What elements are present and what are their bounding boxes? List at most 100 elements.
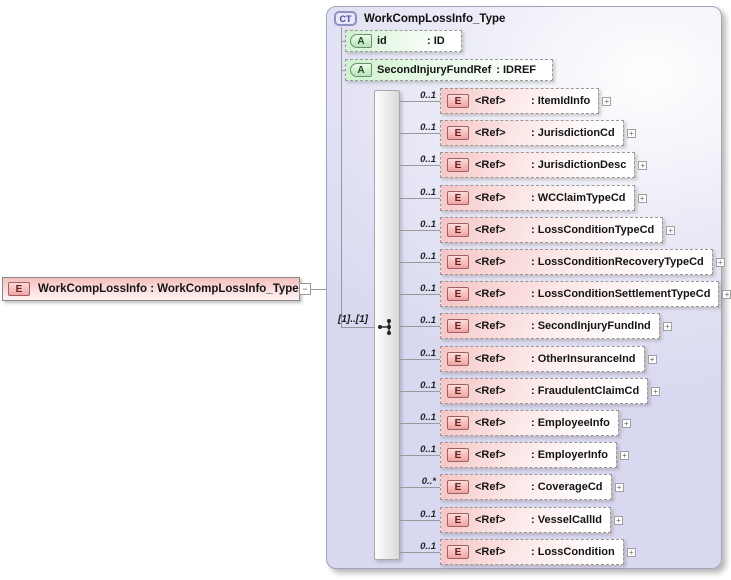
cardinality-label: 0..1 [420,251,436,262]
cardinality-label: 0..1 [420,348,436,359]
element-icon: E [447,94,469,108]
compositor-cardinality: [1]..[1] [338,314,368,325]
element-ref-box[interactable]: E <Ref> : LossConditionRecoveryTypeCd [440,249,713,275]
element-ref-tag: <Ref> [475,481,506,493]
expand-toggle[interactable]: + [620,450,630,460]
cardinality-label: 0..1 [420,412,436,423]
child-element-row: E <Ref> : EmployerInfo + [440,442,630,468]
expand-toggle[interactable]: + [662,321,672,331]
connector-line [311,289,326,290]
cardinality-label: 0..1 [420,380,436,391]
complex-type-title: WorkCompLossInfo_Type [364,12,506,25]
element-ref-box[interactable]: E <Ref> : WCClaimTypeCd [440,185,635,211]
element-name-label: : OtherInsuranceInd [531,353,636,365]
expand-toggle[interactable]: + [614,482,624,492]
cardinality-label: 0..1 [420,122,436,133]
element-name-label: : JurisdictionDesc [531,159,627,171]
expand-toggle[interactable]: + [626,547,636,557]
element-name-label: : LossConditionSettlementTypeCd [531,288,711,300]
attribute-name: id [377,35,387,47]
cardinality-label: 0..1 [420,90,436,101]
element-name-label: : WCClaimTypeCd [531,192,626,204]
element-icon: E [8,282,30,296]
element-ref-tag: <Ref> [475,224,506,236]
expand-toggle[interactable]: + [647,354,657,364]
child-element-row: E <Ref> : EmployeeInfo + [440,410,631,436]
attribute-box-secondinjuryfundref[interactable]: A SecondInjuryFundRef : IDREF [345,59,554,81]
child-element-row: E <Ref> : LossConditionTypeCd + [440,217,676,243]
expand-toggle[interactable]: + [722,289,731,299]
expand-toggle[interactable]: + [715,257,725,267]
element-icon: E [447,513,469,527]
element-ref-box[interactable]: E <Ref> : ItemIdInfo [440,88,600,114]
connector-line [400,262,440,263]
child-element-row: E <Ref> : OtherInsuranceInd + [440,346,657,372]
element-icon: E [447,223,469,237]
element-ref-box[interactable]: E <Ref> : SecondInjuryFundInd [440,313,660,339]
element-ref-box[interactable]: E <Ref> : VesselCallId [440,507,611,533]
element-ref-tag: <Ref> [475,546,506,558]
element-icon: E [447,352,469,366]
element-ref-tag: <Ref> [475,514,506,526]
element-ref-box[interactable]: E <Ref> : JurisdictionDesc [440,152,636,178]
expand-toggle[interactable]: + [637,193,647,203]
element-ref-tag: <Ref> [475,256,506,268]
element-ref-box[interactable]: E <Ref> : LossConditionTypeCd [440,217,664,243]
element-icon: E [447,319,469,333]
element-ref-tag: <Ref> [475,385,506,397]
child-element-row: E <Ref> : CoverageCd + [440,474,624,500]
element-ref-box[interactable]: E <Ref> : FraudulentClaimCd [440,378,649,404]
cardinality-label: 0..1 [420,219,436,230]
collapse-toggle[interactable]: − [299,283,311,295]
element-ref-tag: <Ref> [475,192,506,204]
sequence-icon [378,319,391,335]
connector-line [400,294,440,295]
expand-toggle[interactable]: + [621,418,631,428]
child-element-row: E <Ref> : VesselCallId + [440,507,623,533]
element-icon: E [447,287,469,301]
element-ref-box[interactable]: E <Ref> : OtherInsuranceInd [440,346,645,372]
element-ref-tag: <Ref> [475,95,506,107]
element-ref-box[interactable]: E <Ref> : CoverageCd [440,474,612,500]
connector-line [341,27,342,327]
element-name-label: : CoverageCd [531,481,603,493]
element-ref-box[interactable]: E <Ref> : EmployerInfo [440,442,618,468]
expand-toggle[interactable]: + [626,128,636,138]
child-element-row: E <Ref> : JurisdictionDesc + [440,152,648,178]
child-element-row: E <Ref> : WCClaimTypeCd + [440,185,647,211]
cardinality-label: 0..1 [420,283,436,294]
element-icon: E [447,384,469,398]
child-element-row: E <Ref> : SecondInjuryFundInd + [440,313,672,339]
element-ref-box[interactable]: E <Ref> : LossCondition [440,539,624,565]
attribute-icon: A [350,34,372,48]
cardinality-label: 0..1 [420,444,436,455]
expand-toggle[interactable]: + [666,225,676,235]
element-name-label: : ItemIdInfo [531,95,591,107]
child-element-row: E <Ref> : JurisdictionCd + [440,120,636,146]
element-name-label: : EmployerInfo [531,449,609,461]
complex-type-header: CT WorkCompLossInfo_Type [334,11,505,26]
element-ref-box[interactable]: E <Ref> : LossConditionSettlementTypeCd [440,281,720,307]
element-icon: E [447,126,469,140]
expand-toggle[interactable]: + [651,386,661,396]
connector-line [400,230,440,231]
child-element-row: E <Ref> : ItemIdInfo + [440,88,612,114]
element-ref-tag: <Ref> [475,417,506,429]
element-icon: E [447,448,469,462]
attribute-box-id[interactable]: A id : ID [345,30,462,52]
child-element-row: E <Ref> : LossConditionSettlementTypeCd … [440,281,731,307]
expand-toggle[interactable]: + [613,515,623,525]
child-element-row: E <Ref> : LossConditionRecoveryTypeCd + [440,249,725,275]
attribute-name: SecondInjuryFundRef [377,64,492,76]
child-element-row: E <Ref> : FraudulentClaimCd + [440,378,661,404]
element-name-label: : EmployeeInfo [531,417,610,429]
attribute-type: : ID [427,35,445,47]
element-ref-box[interactable]: E <Ref> : JurisdictionCd [440,120,624,146]
child-element-row: E <Ref> : LossCondition + [440,539,636,565]
connector-line [400,520,440,521]
expand-toggle[interactable]: + [638,160,648,170]
root-element-box[interactable]: E WorkCompLossInfo : WorkCompLossInfo_Ty… [2,277,300,301]
expand-toggle[interactable]: + [602,96,612,106]
element-name-label: : VesselCallId [531,514,602,526]
element-ref-box[interactable]: E <Ref> : EmployeeInfo [440,410,619,436]
